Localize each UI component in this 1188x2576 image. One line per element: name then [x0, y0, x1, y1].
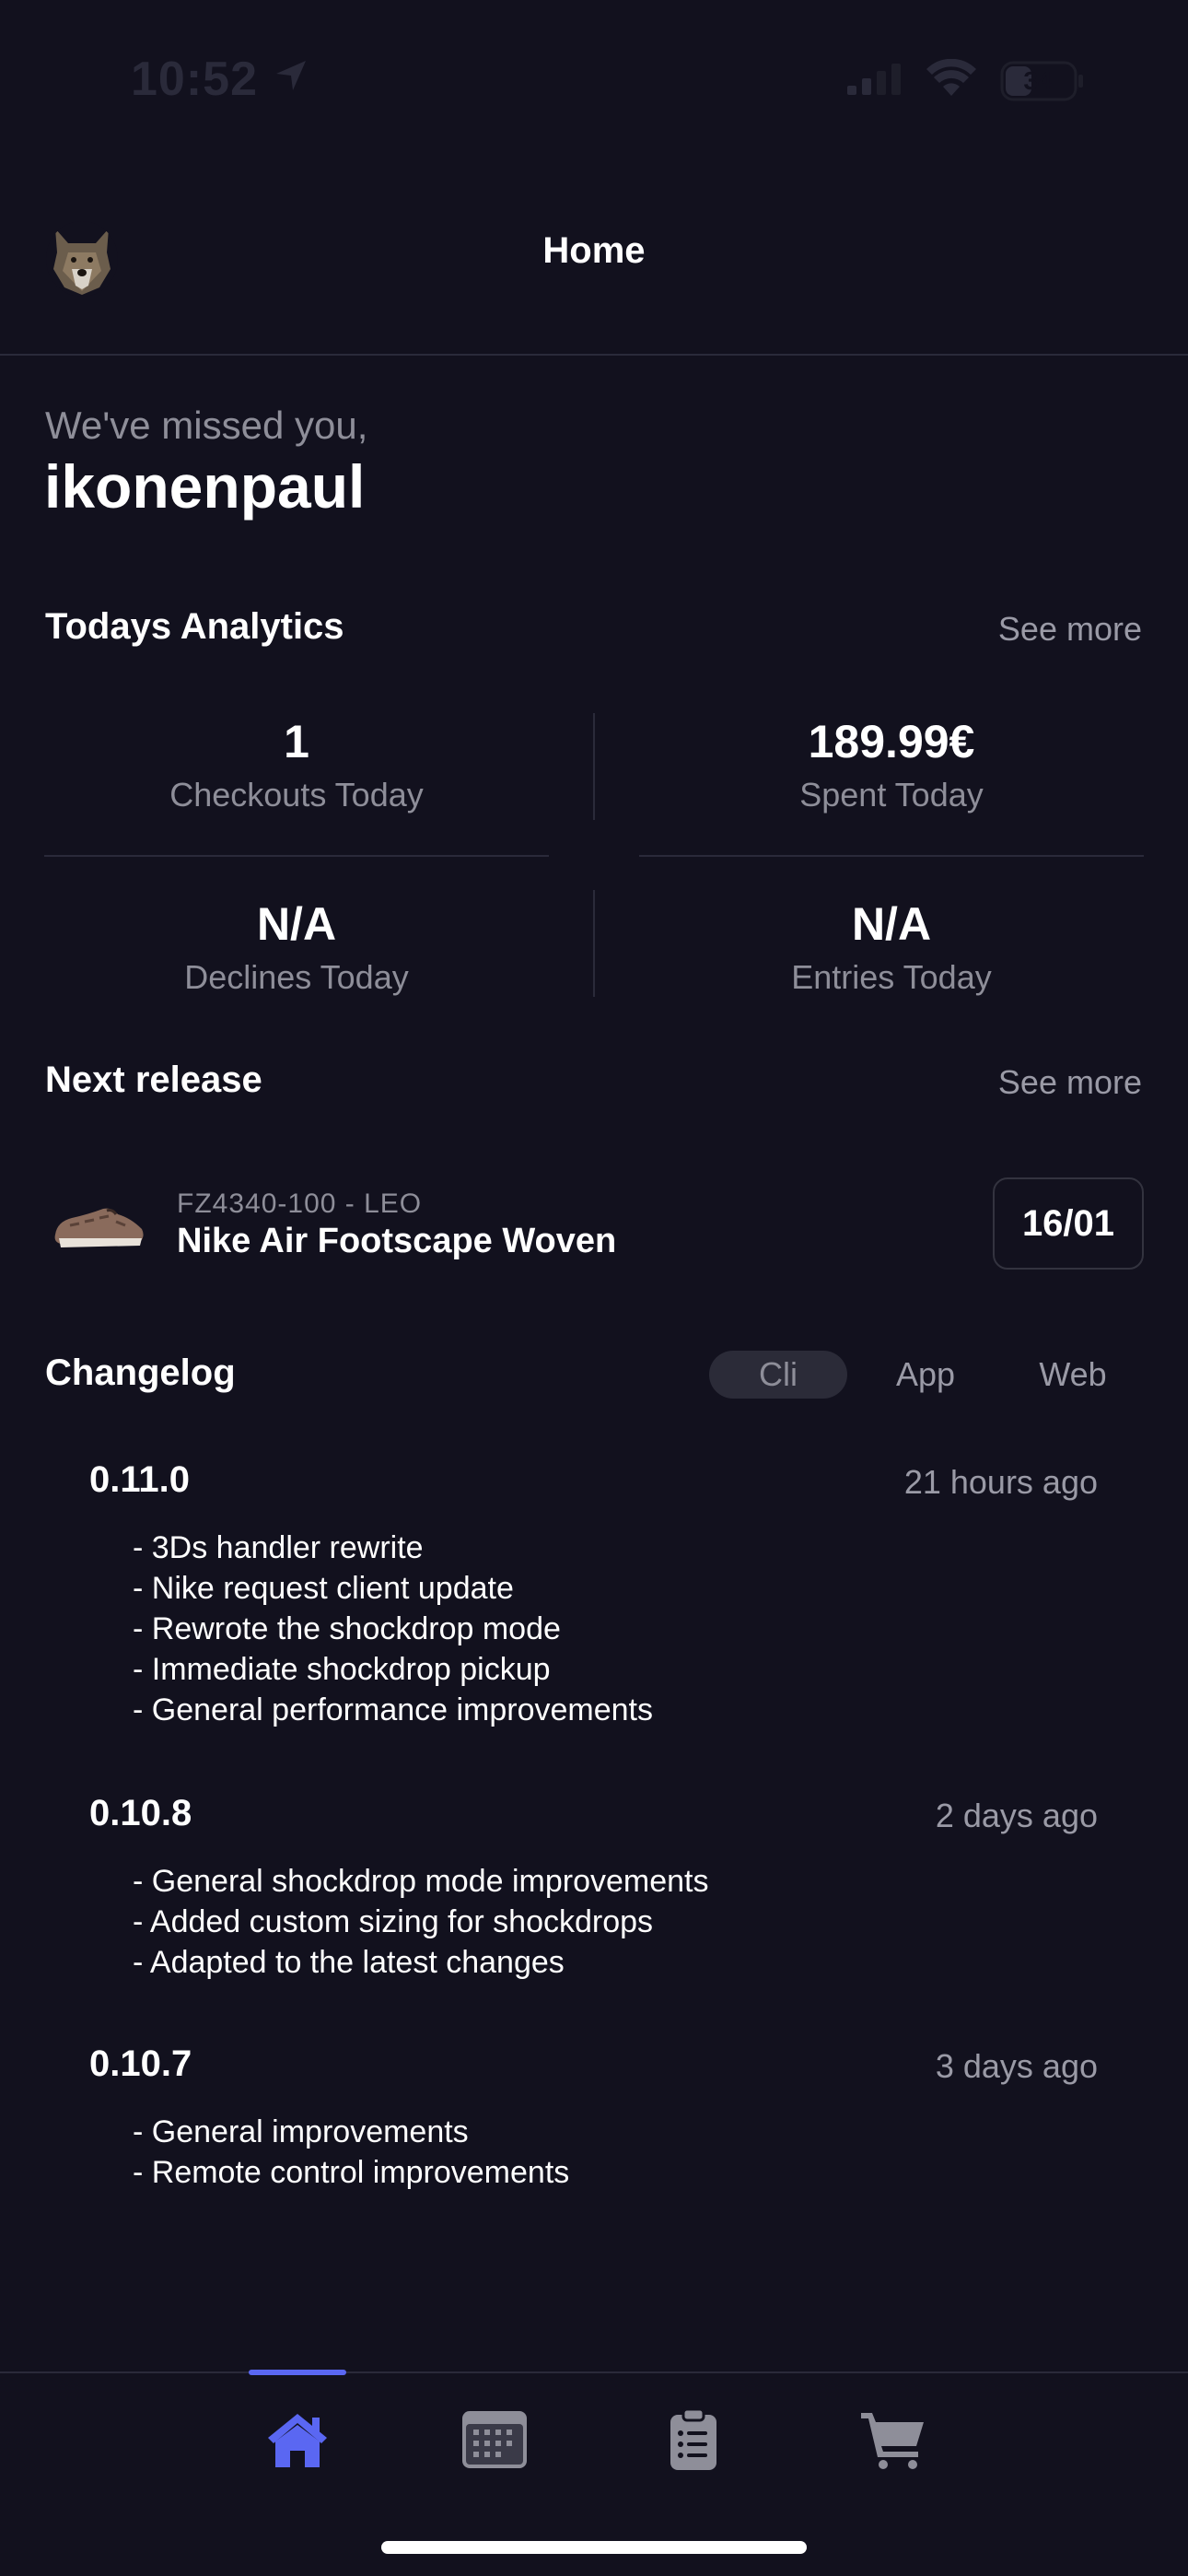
stat-label: Checkouts Today	[169, 776, 424, 814]
wifi-icon	[925, 58, 978, 102]
changelog-note: - Nike request client update	[133, 1571, 514, 1606]
battery-level: 34	[1023, 65, 1053, 95]
changelog-note: - Added custom sizing for shockdrops	[133, 1904, 654, 1939]
greeting-username: ikonenpaul	[44, 452, 366, 521]
next-release-title: Next release	[45, 1060, 262, 1100]
stat-value: 1	[284, 716, 309, 767]
changelog-note: - Rewrote the shockdrop mode	[133, 1611, 561, 1646]
changelog-note: - Immediate shockdrop pickup	[133, 1652, 551, 1687]
changelog-note: - Adapted to the latest changes	[133, 1945, 565, 1980]
signal-icon	[845, 60, 903, 101]
release-name[interactable]: Nike Air Footscape Woven	[177, 1222, 616, 1261]
home-screen: 10:52 34 Home We've missed you, ikonenpa…	[0, 0, 1188, 2576]
changelog-title: Changelog	[45, 1352, 236, 1393]
changelog-version: 0.11.0	[89, 1459, 191, 1500]
stat-value: N/A	[851, 898, 932, 950]
changelog-note: - General performance improvements	[133, 1692, 654, 1727]
stat-entries: N/A Entries Today	[639, 897, 1144, 997]
stat-value: N/A	[256, 898, 337, 950]
top-header: Home	[0, 193, 1188, 356]
greeting-subtitle: We've missed you,	[45, 404, 368, 447]
changelog-note: - Remote control improvements	[133, 2155, 570, 2190]
home-icon	[264, 2410, 331, 2474]
tab-web[interactable]: Web	[1004, 1351, 1142, 1399]
page-title: Home	[542, 230, 646, 271]
stat-label: Declines Today	[184, 958, 409, 996]
nav-calendar[interactable]	[446, 2405, 543, 2478]
stat-spent: 189.99€ Spent Today	[639, 715, 1144, 814]
home-indicator[interactable]	[381, 2541, 807, 2554]
nav-cart[interactable]	[844, 2405, 941, 2478]
release-date-badge: 16/01	[993, 1177, 1144, 1270]
sneaker-thumbnail[interactable]	[52, 1198, 147, 1253]
changelog-notes: - General shockdrop mode improvements - …	[133, 1861, 709, 1983]
changelog-notes: - 3Ds handler rewrite - Nike request cli…	[133, 1528, 653, 1730]
changelog-notes: - General improvements - Remote control …	[133, 2112, 569, 2193]
changelog-time: 3 days ago	[935, 2047, 1098, 2085]
calendar-icon	[460, 2409, 529, 2475]
release-sku: FZ4340-100 - LEO	[177, 1188, 423, 1219]
stat-label: Spent Today	[799, 776, 984, 814]
stats-divider	[593, 890, 595, 997]
cart-icon	[859, 2409, 926, 2475]
stat-label: Entries Today	[791, 958, 992, 996]
changelog-version: 0.10.8	[89, 1793, 192, 1833]
active-tab-indicator	[249, 2370, 346, 2375]
stats-divider	[639, 855, 1144, 857]
stats-divider	[593, 713, 595, 820]
battery-icon: 34	[1000, 61, 1085, 101]
changelog-note: - General improvements	[133, 2114, 469, 2149]
changelog-note: - General shockdrop mode improvements	[133, 1864, 709, 1899]
changelog-time: 2 days ago	[935, 1797, 1098, 1834]
stat-declines: N/A Declines Today	[44, 897, 549, 997]
stat-value: 189.99€	[808, 716, 975, 767]
nav-tasks[interactable]	[645, 2405, 742, 2478]
changelog-version: 0.10.7	[89, 2043, 192, 2084]
analytics-title: Todays Analytics	[45, 606, 344, 647]
location-arrow-icon	[273, 57, 309, 99]
stat-checkouts: 1 Checkouts Today	[44, 715, 549, 814]
status-bar: 10:52 34	[0, 0, 1188, 157]
next-release-see-more-link[interactable]: See more	[998, 1063, 1142, 1102]
stats-divider	[44, 855, 549, 857]
tab-app[interactable]: App	[856, 1351, 995, 1399]
changelog-time: 21 hours ago	[903, 1463, 1098, 1501]
status-time: 10:52	[131, 53, 258, 106]
nav-home[interactable]	[249, 2405, 346, 2478]
changelog-tabs: Cli App Web	[709, 1351, 1142, 1399]
changelog-note: - 3Ds handler rewrite	[133, 1530, 424, 1565]
clipboard-icon	[669, 2407, 718, 2476]
tab-cli[interactable]: Cli	[709, 1351, 847, 1399]
analytics-see-more-link[interactable]: See more	[998, 610, 1142, 649]
